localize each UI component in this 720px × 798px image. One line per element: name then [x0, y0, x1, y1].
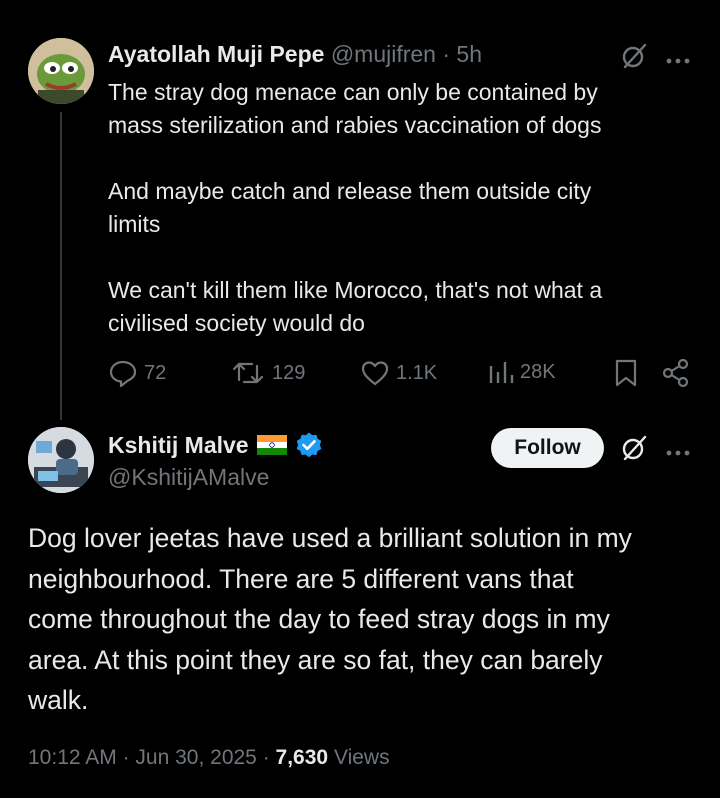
author-name[interactable]: Ayatollah Muji Pepe: [108, 41, 324, 67]
author-name[interactable]: Kshitij Malve: [108, 432, 249, 459]
text-line: neighbourhood. There are 5 different van…: [28, 563, 574, 594]
author-handle[interactable]: @KshitijAMalve: [108, 464, 269, 491]
share-icon: [662, 358, 689, 388]
verified-badge-icon[interactable]: [295, 431, 323, 459]
action-bar: 72 129 1.1K 28K: [108, 358, 708, 394]
bookmark-button[interactable]: [614, 358, 638, 388]
views-icon: [489, 362, 514, 383]
retweet-icon: [232, 362, 264, 384]
text-line: come throughout the day to feed stray do…: [28, 604, 610, 634]
tweet-time[interactable]: 10:12 AM: [28, 746, 117, 769]
views-count: 7,630: [275, 746, 329, 769]
separator: ·: [262, 746, 270, 769]
views-count: 28K: [520, 360, 556, 383]
reply-button[interactable]: 72: [108, 358, 166, 388]
text-line: The stray dog menace can only be contain…: [108, 79, 598, 105]
text-line: area. At this point they are so fat, the…: [28, 644, 603, 675]
avatar-kshitij[interactable]: [28, 427, 94, 493]
separator: ·: [122, 746, 130, 769]
india-flag-icon: [256, 435, 287, 455]
text-line: limits: [108, 211, 161, 237]
avatar-muji[interactable]: [28, 38, 94, 104]
follow-button[interactable]: Follow: [491, 428, 604, 468]
tweet-text: Dog lover jeetas have used a brilliant s…: [28, 518, 708, 721]
like-count: 1.1K: [396, 361, 438, 384]
author-handle[interactable]: @mujifren: [331, 41, 436, 67]
reply-icon: [109, 360, 137, 388]
kshitij-avatar-image: [28, 427, 94, 493]
tweet-meta: 10:12 AM · Jun 30, 2025 · 7,630 Views: [28, 746, 390, 770]
pepe-avatar-image: [28, 38, 94, 104]
bookmark-icon: [615, 359, 637, 387]
text-line: And maybe catch and release them outside…: [108, 178, 592, 204]
more-icon[interactable]: [666, 52, 690, 70]
grok-icon[interactable]: [620, 42, 648, 75]
retweet-button[interactable]: 129: [232, 358, 305, 388]
text-line: civilised society would do: [108, 310, 365, 336]
like-button[interactable]: 1.1K: [360, 358, 437, 388]
reply-count: 72: [144, 361, 167, 384]
text-line: Dog lover jeetas have used a brilliant s…: [28, 523, 632, 553]
text-line: We can't kill them like Morocco, that's …: [108, 277, 603, 303]
more-icon[interactable]: [666, 444, 690, 462]
thread-line: [60, 112, 62, 420]
retweet-count: 129: [272, 361, 306, 384]
text-line: walk.: [28, 685, 89, 715]
separator: ·: [442, 41, 451, 67]
tweet-date[interactable]: Jun 30, 2025: [135, 746, 256, 769]
quoted-text: The stray dog menace can only be contain…: [108, 76, 688, 340]
views-label: Views: [333, 746, 390, 769]
quoted-header: Ayatollah Muji Pepe @mujifren · 5h: [108, 41, 482, 68]
author-row: Kshitij Malve: [108, 431, 323, 459]
share-button[interactable]: [662, 358, 690, 388]
like-icon: [361, 361, 389, 386]
grok-icon[interactable]: [620, 434, 648, 467]
tweet-time[interactable]: 5h: [456, 41, 482, 67]
views-button[interactable]: 28K: [488, 358, 556, 386]
text-line: mass sterilization and rabies vaccinatio…: [108, 112, 602, 138]
